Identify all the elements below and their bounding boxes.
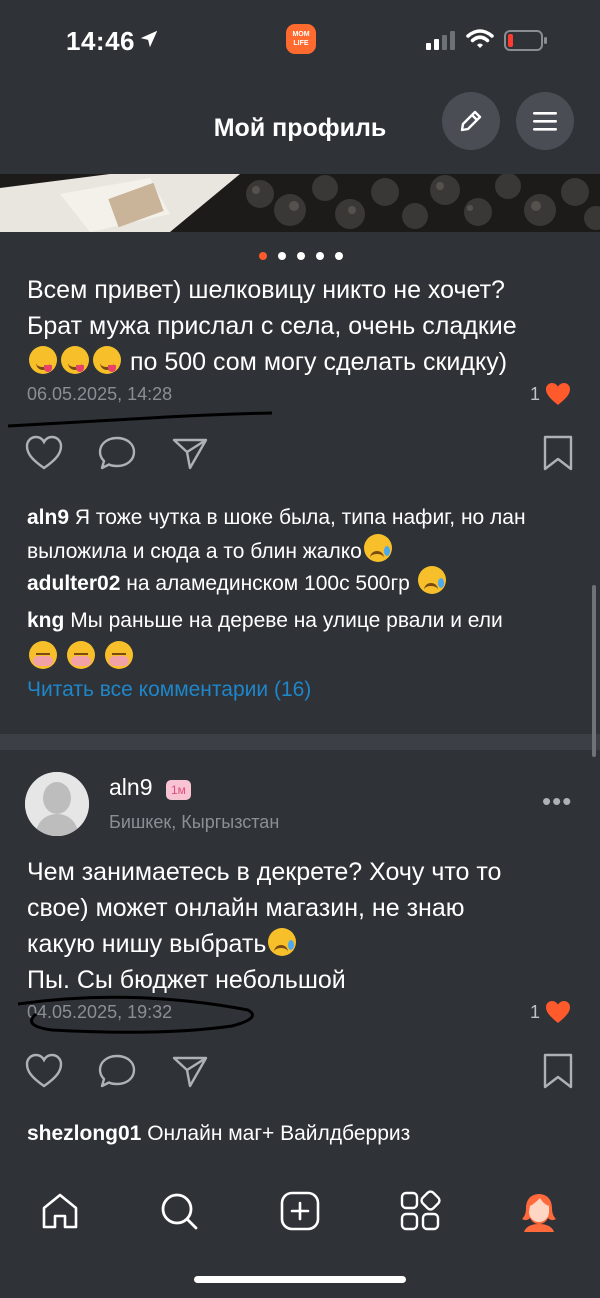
yum-emoji-icon xyxy=(61,346,89,374)
post-text-line: свое) может онлайн магазин, не знаю xyxy=(27,894,465,922)
avatar[interactable] xyxy=(25,772,89,836)
post-text-fragment: какую нишу выбрать xyxy=(27,930,267,958)
apps-icon[interactable] xyxy=(399,1190,441,1232)
comment-item[interactable]: adulter02 на аламединском 100с 500гр xyxy=(27,566,587,600)
scribble-mark xyxy=(7,411,273,428)
search-icon[interactable] xyxy=(158,1190,200,1232)
giggle-emoji-icon xyxy=(104,641,133,669)
yum-emoji-icon xyxy=(29,346,57,374)
like-count: 1 xyxy=(530,384,541,404)
edit-button[interactable] xyxy=(442,92,500,150)
carousel-dot[interactable] xyxy=(316,252,324,260)
like-count: 1 xyxy=(530,1002,541,1022)
post-text-line: какую нишу выбрать xyxy=(27,926,587,962)
add-icon[interactable] xyxy=(279,1190,321,1232)
carousel-dot[interactable] xyxy=(278,252,286,260)
time-badge: 1м xyxy=(166,780,191,800)
post-divider xyxy=(0,734,600,750)
home-indicator[interactable] xyxy=(194,1276,406,1283)
crying-emoji-icon xyxy=(268,928,297,956)
comment-user[interactable]: shezlong01 xyxy=(27,1122,141,1145)
post-text-fragment: по 500 сом могу сделать скидку) xyxy=(129,348,508,376)
more-options-button[interactable]: ••• xyxy=(542,788,572,814)
read-all-comments-link[interactable]: Читать все комментарии (16) xyxy=(27,678,311,702)
wifi-icon xyxy=(466,29,494,48)
yum-emoji-icon xyxy=(93,346,121,374)
scrollbar[interactable] xyxy=(592,585,596,757)
share-icon[interactable] xyxy=(170,434,210,472)
heart-filled-icon[interactable] xyxy=(545,1000,571,1024)
comment-user[interactable]: kng xyxy=(27,609,64,632)
post-photo[interactable] xyxy=(0,174,600,232)
comment-user[interactable]: aln9 xyxy=(27,506,69,529)
comment-item[interactable]: shezlong01 Онлайн маг+ Вайлдберриз xyxy=(27,1118,587,1150)
hamburger-icon xyxy=(533,112,557,131)
post-text-line: Всем привет) шелковицу никто не хочет? xyxy=(27,276,505,304)
home-icon[interactable] xyxy=(39,1190,81,1232)
post-text-line: Чем занимаетесь в декрете? Хочу что то xyxy=(27,858,502,886)
carousel-dot[interactable] xyxy=(335,252,343,260)
status-bar: 14:46 MOM LIFE xyxy=(0,0,600,84)
heart-filled-icon[interactable] xyxy=(545,382,571,406)
carousel-dot[interactable] xyxy=(297,252,305,260)
default-avatar-icon xyxy=(25,772,89,836)
post-text: Всем привет) шелковицу никто не хочет? Б… xyxy=(27,272,587,380)
page-title: Мой профиль xyxy=(213,114,387,142)
comment-text: Я тоже чутка в шоке была, типа нафиг, но… xyxy=(27,506,526,563)
crying-emoji-icon xyxy=(363,534,392,562)
giggle-emoji-icon xyxy=(66,641,95,669)
menu-button[interactable] xyxy=(516,92,574,150)
comment-item[interactable]: kng Мы раньше на дереве на улице рвали и… xyxy=(27,605,587,675)
profile-icon[interactable] xyxy=(518,1190,560,1232)
scribble-mark xyxy=(17,995,254,1034)
comment-icon[interactable] xyxy=(97,434,137,472)
comment-emoji-row xyxy=(27,641,587,675)
like-icon[interactable] xyxy=(24,1052,64,1090)
comment-item[interactable]: aln9 Я тоже чутка в шоке была, типа нафи… xyxy=(27,502,587,568)
carousel-dots xyxy=(0,252,600,262)
bookmark-icon[interactable] xyxy=(538,1052,578,1090)
giggle-emoji-icon xyxy=(29,641,57,669)
author-location: Бишкек, Кыргызстан xyxy=(109,812,280,832)
location-arrow-icon xyxy=(140,30,158,48)
comment-text: на аламединском 100с 500гр xyxy=(126,572,410,595)
carousel-dot[interactable] xyxy=(259,252,267,260)
post-text-line: Брат мужа прислал с села, очень сладкие xyxy=(27,312,517,340)
like-icon[interactable] xyxy=(24,434,64,472)
app-badge-icon: MOM LIFE xyxy=(286,24,316,54)
status-time: 14:46 xyxy=(66,26,135,56)
author-name[interactable]: aln9 xyxy=(109,774,152,801)
crying-emoji-icon xyxy=(417,566,446,594)
bottom-nav xyxy=(0,1180,600,1250)
comment-user[interactable]: adulter02 xyxy=(27,572,120,595)
pencil-icon xyxy=(460,110,482,132)
header: Мой профиль xyxy=(0,84,600,174)
bookmark-icon[interactable] xyxy=(538,434,578,472)
share-icon[interactable] xyxy=(170,1052,210,1090)
post-text-line: по 500 сом могу сделать скидку) xyxy=(27,344,587,380)
post-date: 06.05.2025, 14:28 xyxy=(27,384,173,404)
comment-icon[interactable] xyxy=(97,1052,137,1090)
post-text: Чем занимаетесь в декрете? Хочу что то с… xyxy=(27,854,587,998)
signal-icon xyxy=(426,31,455,50)
comment-text: Мы раньше на дереве на улице рвали и ели xyxy=(70,609,503,632)
comment-text: Онлайн маг+ Вайлдберриз xyxy=(147,1122,411,1145)
battery-icon xyxy=(504,30,547,51)
